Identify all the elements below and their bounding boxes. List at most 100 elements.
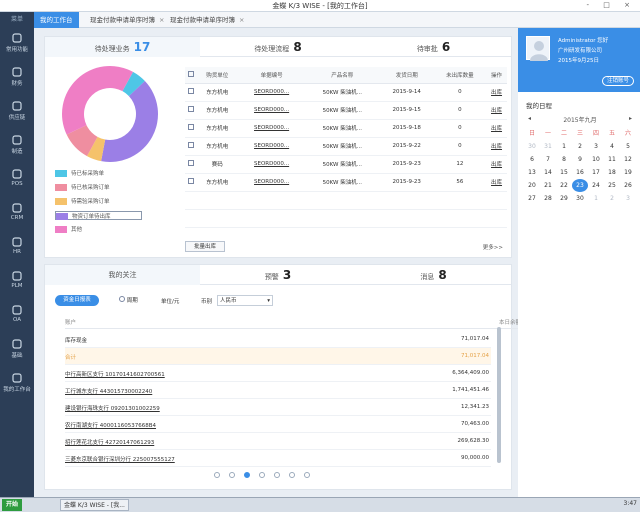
scrollbar[interactable] — [497, 327, 501, 463]
page-dot[interactable] — [259, 472, 265, 478]
calendar-day[interactable]: 3 — [620, 192, 636, 205]
table-cell[interactable]: SEORD000... — [238, 83, 305, 102]
chevron-right-icon[interactable]: ▸ — [629, 115, 632, 122]
page-dot[interactable] — [274, 472, 280, 478]
page-dot[interactable] — [214, 472, 220, 478]
table-cell[interactable]: 出库 — [486, 83, 507, 102]
calendar-day[interactable]: 26 — [620, 179, 636, 192]
checkbox[interactable] — [187, 124, 194, 130]
checkbox[interactable] — [187, 88, 194, 94]
calendar-day[interactable]: 20 — [524, 179, 540, 192]
legend-item[interactable]: 待需验采购订单 — [55, 197, 110, 206]
list-item[interactable]: 三菱东京联合银行深圳分行 225007555127 90,000.00 — [65, 450, 491, 467]
checkbox[interactable] — [187, 160, 194, 166]
table-cell[interactable]: 出库 — [486, 173, 507, 192]
currency-select[interactable]: 人民币 ▾ — [217, 295, 273, 306]
calendar-day[interactable]: 5 — [620, 140, 636, 153]
page-dot[interactable] — [229, 472, 235, 478]
calendar-day[interactable]: 6 — [524, 153, 540, 166]
checkbox[interactable] — [187, 70, 194, 77]
legend-item[interactable]: 待已标采购单 — [55, 169, 104, 178]
calendar-day[interactable]: 14 — [540, 166, 556, 179]
sidebar-item-6[interactable]: HR — [0, 236, 34, 266]
more-link[interactable]: 更多>> — [483, 243, 503, 251]
taskbar-app[interactable]: 金蝶 K/3 WISE - [我... — [60, 499, 129, 511]
calendar-day[interactable]: 30 — [572, 192, 588, 205]
tab-pending-approval[interactable]: 待审批 6 — [356, 37, 511, 57]
sidebar-item-9[interactable]: 基础 — [0, 338, 34, 368]
sidebar-menu-label[interactable]: 菜单 — [0, 12, 34, 28]
list-item[interactable]: 合计 71,017.04 — [65, 348, 491, 365]
radio-icon[interactable] — [119, 296, 125, 302]
sidebar-item-0[interactable]: 常用功能 — [0, 32, 34, 62]
calendar-day[interactable]: 4 — [604, 140, 620, 153]
calendar-day[interactable]: 25 — [604, 179, 620, 192]
calendar-day[interactable]: 23 — [572, 179, 588, 192]
legend-item[interactable]: 其他 — [55, 225, 82, 234]
list-item[interactable]: 农行南湖支行 40001160537668B4 70,463.00 — [65, 416, 491, 433]
fund-daily-report-button[interactable]: 资金日报表 — [55, 295, 99, 306]
list-item[interactable]: 库存现金 71,017.04 — [65, 331, 491, 348]
list-item[interactable]: 招行莲花北支行 42720147061293 269,628.30 — [65, 433, 491, 450]
calendar-day[interactable]: 31 — [540, 140, 556, 153]
calendar-day[interactable]: 11 — [604, 153, 620, 166]
checkbox[interactable] — [187, 106, 194, 112]
window-controls[interactable]: - □ × — [587, 1, 636, 9]
calendar-day[interactable]: 2 — [604, 192, 620, 205]
calendar-day[interactable]: 1 — [556, 140, 572, 153]
table-cell[interactable]: 出库 — [486, 137, 507, 156]
table-cell[interactable]: 出库 — [486, 101, 507, 120]
list-item[interactable]: 工行城东支行 443015730002240 1,741,451.46 — [65, 382, 491, 399]
calendar-day[interactable]: 27 — [524, 192, 540, 205]
legend-item[interactable]: 待已核采购订单 — [55, 183, 110, 192]
period-radio[interactable]: 周期 — [119, 296, 138, 304]
calendar-day[interactable]: 24 — [588, 179, 604, 192]
calendar-day[interactable]: 13 — [524, 166, 540, 179]
table-cell[interactable]: SEORD000... — [238, 119, 305, 138]
sidebar-item-2[interactable]: 供应链 — [0, 100, 34, 130]
table-cell[interactable]: SEORD000... — [238, 173, 305, 192]
legend-item[interactable]: 物资订单待出库 — [55, 211, 142, 220]
tab-messages[interactable]: 消息 8 — [356, 265, 511, 285]
table-cell[interactable]: SEORD000... — [238, 101, 305, 120]
calendar-day[interactable]: 17 — [588, 166, 604, 179]
donut-slice-4[interactable] — [61, 65, 134, 135]
calendar-day[interactable]: 22 — [556, 179, 572, 192]
page-dot[interactable] — [304, 472, 310, 478]
calendar-day[interactable]: 9 — [572, 153, 588, 166]
calendar-day[interactable]: 1 — [588, 192, 604, 205]
tab-pending-flow[interactable]: 待处理流程 8 — [200, 37, 356, 57]
sidebar-item-7[interactable]: PLM — [0, 270, 34, 300]
calendar-day[interactable]: 21 — [540, 179, 556, 192]
calendar-day[interactable]: 10 — [588, 153, 604, 166]
calendar-day[interactable]: 19 — [620, 166, 636, 179]
sidebar-item-10[interactable]: 我的工作台 — [0, 372, 34, 402]
table-cell[interactable]: SEORD000... — [238, 155, 305, 174]
batch-outbound-button[interactable]: 批量出库 — [185, 241, 225, 252]
sidebar-item-8[interactable]: OA — [0, 304, 34, 334]
calendar-day[interactable]: 8 — [556, 153, 572, 166]
tab-my-focus[interactable]: 我的关注 — [45, 265, 200, 285]
calendar-day[interactable]: 12 — [620, 153, 636, 166]
calendar-day[interactable]: 15 — [556, 166, 572, 179]
checkbox[interactable] — [187, 178, 194, 184]
sidebar-item-5[interactable]: CRM — [0, 202, 34, 232]
calendar-day[interactable]: 28 — [540, 192, 556, 205]
start-button[interactable]: 开始 — [2, 499, 23, 511]
tab-cash-pay-1[interactable]: 现金付款申请单序时簿 × — [84, 12, 170, 28]
tab-workbench[interactable]: 我的工作台 — [34, 12, 79, 28]
chevron-left-icon[interactable]: ◂ — [528, 115, 531, 122]
list-item[interactable]: 中行高新区支行 10170141602700561 6,364,409.00 — [65, 365, 491, 382]
sidebar-item-1[interactable]: 财务 — [0, 66, 34, 96]
page-dot[interactable] — [289, 472, 295, 478]
tab-cash-pay-2[interactable]: 现金付款申请单序时簿 × — [164, 12, 250, 28]
close-icon[interactable]: × — [239, 16, 244, 24]
calendar-day[interactable]: 29 — [556, 192, 572, 205]
sidebar-item-4[interactable]: POS — [0, 168, 34, 198]
list-item[interactable]: 建设银行海珠支行 09201301002259 12,341.23 — [65, 399, 491, 416]
sidebar-item-3[interactable]: 制造 — [0, 134, 34, 164]
calendar-day[interactable]: 2 — [572, 140, 588, 153]
page-dot[interactable] — [244, 472, 250, 478]
checkbox[interactable] — [187, 142, 194, 148]
logout-button[interactable]: 注销账号 — [601, 76, 634, 86]
